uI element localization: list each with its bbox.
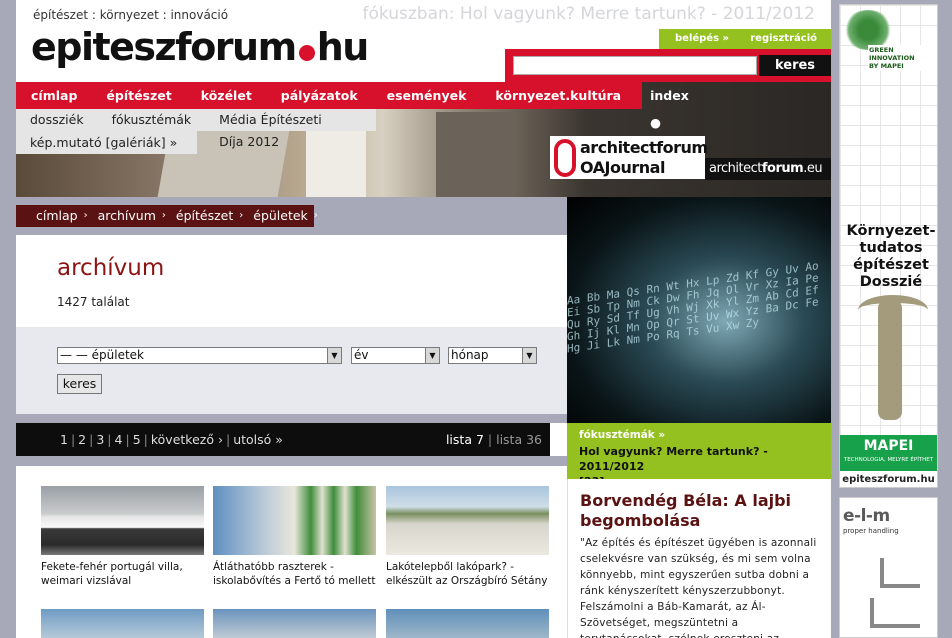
- architectforum-line1: architectforum: [580, 138, 708, 157]
- page-link[interactable]: 4: [112, 432, 126, 447]
- site-search: keres: [505, 49, 831, 82]
- architectforum-logo[interactable]: architectforum OAJournal: [550, 136, 708, 179]
- logo-text: epiteszforum: [31, 25, 297, 69]
- tree-icon: [878, 300, 902, 420]
- breadcrumb-item[interactable]: épületek: [253, 205, 308, 227]
- elm-logo: e-l-m: [843, 506, 890, 526]
- nav-item-index[interactable]: index ●: [650, 82, 689, 130]
- page: építészet : környezet : innováció epites…: [16, 0, 831, 638]
- page-link[interactable]: 2: [75, 432, 89, 447]
- breadcrumb-item[interactable]: archívum: [98, 205, 156, 227]
- subnav-item-fokusztemak[interactable]: fókusztémák: [112, 109, 192, 131]
- year-select[interactable]: év ▼: [351, 347, 440, 364]
- focus-headline-link[interactable]: fókuszban: Hol vagyunk? Merre tartunk? -…: [363, 4, 815, 24]
- article-thumbnail[interactable]: [213, 486, 376, 555]
- article-thumbnail[interactable]: [41, 486, 204, 555]
- last-page-link[interactable]: utolsó »: [230, 432, 286, 447]
- result-count: 1427 találat: [57, 295, 130, 309]
- article-thumbnail[interactable]: [386, 486, 549, 555]
- nav-item-cimlap[interactable]: címlap: [31, 82, 77, 109]
- search-button[interactable]: keres: [759, 55, 831, 76]
- login-bar: belépés » regisztráció: [659, 29, 831, 49]
- architectforum-icon: [554, 139, 576, 177]
- site-logo[interactable]: epiteszforum hu: [31, 25, 370, 69]
- chevron-down-icon: ▼: [327, 348, 341, 363]
- article-thumbnail[interactable]: [41, 609, 204, 638]
- filter-panel: — — épületek ▼ év ▼ hónap ▼: [16, 327, 567, 414]
- architectforum-eu-link[interactable]: architectforum.eu: [705, 158, 831, 180]
- sub-nav: dossziék fókusztémák Média Építészeti Dí…: [16, 109, 376, 149]
- page-link[interactable]: 3: [93, 432, 107, 447]
- list-view-current[interactable]: lista 7: [446, 432, 484, 447]
- page-link[interactable]: 1: [57, 432, 71, 447]
- article-caption[interactable]: Lakótelepből lakópark? - elkészült az Or…: [386, 560, 554, 588]
- focus-topics-label[interactable]: fókusztémák »: [579, 429, 819, 441]
- sidebar-article-excerpt: "Az építés és építészet ügyében is azonn…: [580, 537, 817, 638]
- sidebar-article-title[interactable]: Borvendég Béla: A lajbi begombolása: [580, 491, 820, 531]
- sidebar-article: Borvendég Béla: A lajbi begombolása "Az …: [567, 479, 831, 638]
- gallery-link[interactable]: kép.mutató [galériák] »: [16, 131, 197, 154]
- logo-dot-icon: [298, 45, 315, 61]
- chevron-down-icon: ▼: [425, 348, 439, 363]
- elm-tagline: proper handling: [843, 527, 899, 535]
- mapei-logo: MAPEI TECHNOLOGIA, MELYRE ÉPÍTHET: [840, 435, 937, 471]
- mapei-ad[interactable]: GREEN INNOVATION BY MAPEI Környezet-tudat…: [839, 4, 938, 488]
- article-caption[interactable]: Fekete-fehér portugál villa, weimari viz…: [41, 560, 209, 588]
- logo-tld: hu: [316, 25, 370, 69]
- chevron-down-icon: ▼: [522, 348, 536, 363]
- article-thumbnail[interactable]: [386, 609, 549, 638]
- month-select[interactable]: hónap ▼: [448, 347, 537, 364]
- filter-search-button[interactable]: keres: [57, 374, 102, 394]
- focus-topics-box: fókusztémák » Hol vagyunk? Merre tartunk…: [567, 423, 831, 488]
- nav-item-esemenyek[interactable]: események: [387, 82, 467, 109]
- login-link[interactable]: belépés »: [675, 33, 729, 44]
- page-title: archívum: [57, 255, 165, 281]
- elm-ad[interactable]: e-l-m proper handling: [839, 497, 938, 638]
- article-thumbnail[interactable]: [213, 609, 376, 638]
- forklift-icon: [880, 558, 920, 588]
- breadcrumb-item[interactable]: építészet: [176, 205, 233, 227]
- chevron-right-icon: ›: [313, 210, 318, 221]
- chevron-right-icon: ›: [161, 210, 166, 221]
- focus-image[interactable]: Aa Bb Ma Qs Rn Wt Hx Lp Zd Kf Gy Uv Ao E…: [567, 197, 831, 423]
- nav-item-palyazatok[interactable]: pályázatok: [281, 82, 358, 109]
- article-caption[interactable]: Átláthatóbb raszterek - iskolabővítés a …: [213, 560, 381, 588]
- site-header: építészet : környezet : innováció epites…: [16, 0, 831, 82]
- pagination: 1 | 2 | 3 | 4 | 5 | következő › | utolsó » lis…: [16, 423, 550, 456]
- site-tagline: építészet : környezet : innováció: [33, 8, 229, 22]
- nav-item-epiteszet[interactable]: építészet: [106, 82, 171, 109]
- breadcrumb-item[interactable]: címlap: [36, 205, 78, 227]
- main-nav: címlap építészet közélet pályázatok esem…: [16, 82, 689, 130]
- nav-item-kozelet[interactable]: közélet: [201, 82, 252, 109]
- breadcrumb: címlap › archívum › építészet › épületek ›: [16, 205, 318, 227]
- register-link[interactable]: regisztráció: [750, 33, 817, 44]
- leaf-icon: [843, 10, 893, 50]
- search-input[interactable]: [513, 56, 757, 75]
- page-link[interactable]: 5: [130, 432, 144, 447]
- mapei-ad-site: epiteszforum.hu: [840, 471, 937, 487]
- category-select[interactable]: — — épületek ▼: [57, 347, 342, 364]
- subnav-item-dossziek[interactable]: dossziék: [30, 109, 84, 131]
- mapei-ad-claim: Környezet-tudatos építészet Dosszié: [846, 223, 936, 290]
- architectforum-line2: OAJournal: [580, 158, 665, 177]
- subnav-item-media-dij[interactable]: Média Építészeti Díja 2012: [219, 109, 348, 149]
- chevron-right-icon: ›: [83, 210, 88, 221]
- nav-item-kornyezet-kultura[interactable]: környezet.kultúra: [495, 82, 621, 109]
- list-view-other[interactable]: lista 36: [496, 432, 542, 447]
- chevron-right-icon: ›: [239, 210, 244, 221]
- next-page-link[interactable]: következő ›: [148, 432, 226, 447]
- forklift-icon: [870, 598, 920, 628]
